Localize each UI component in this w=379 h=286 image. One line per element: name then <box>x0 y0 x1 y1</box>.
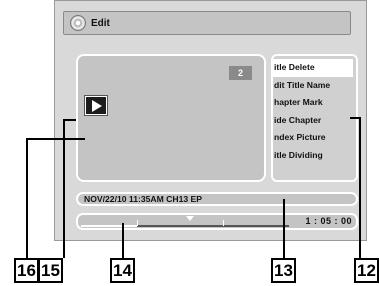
progress-bar-area: 1 : 05 : 00 <box>76 213 358 230</box>
callout-line-15 <box>63 119 65 258</box>
menu-item-title-delete[interactable]: itle Delete <box>273 59 353 77</box>
menu-item-title-dividing[interactable]: itle Dividing <box>273 147 356 165</box>
callout-14: 14 <box>110 258 135 283</box>
play-icon[interactable] <box>84 95 108 116</box>
callout-line-13 <box>283 199 285 258</box>
callout-16: 16 <box>14 258 39 283</box>
chapter-tick <box>137 220 138 226</box>
title-bar: Edit <box>63 11 351 35</box>
elapsed-time: 1 : 05 : 00 <box>305 216 352 226</box>
position-marker <box>186 216 194 221</box>
disc-icon <box>70 15 86 31</box>
edit-menu: itle Delete dit Title Name hapter Mark i… <box>271 54 358 182</box>
chapter-tick <box>223 220 224 226</box>
menu-item-edit-title-name[interactable]: dit Title Name <box>273 77 356 95</box>
title-number-badge: 2 <box>229 66 252 80</box>
menu-item-index-picture[interactable]: ndex Picture <box>273 129 356 147</box>
video-preview: 2 <box>76 54 266 182</box>
recording-info-bar: NOV/22/10 11:35AM CH13 EP <box>76 192 358 206</box>
callout-15: 15 <box>38 258 63 283</box>
progress-fill <box>81 225 138 227</box>
edit-screen: Edit 2 itle Delete dit Title Name hapter… <box>54 0 367 241</box>
window-title: Edit <box>91 17 110 29</box>
callout-13: 13 <box>271 258 296 283</box>
callout-line-12 <box>350 117 360 119</box>
menu-item-chapter-mark[interactable]: hapter Mark <box>273 94 356 112</box>
menu-item-hide-chapter[interactable]: ide Chapter <box>273 112 356 130</box>
callout-line-16 <box>26 138 28 258</box>
callout-line-12 <box>359 117 361 258</box>
callout-line-15 <box>63 119 76 121</box>
progress-track[interactable] <box>81 220 289 227</box>
callout-line-16 <box>26 138 85 140</box>
callout-12: 12 <box>354 258 379 283</box>
play-triangle <box>92 99 102 112</box>
callout-line-14 <box>122 223 124 258</box>
